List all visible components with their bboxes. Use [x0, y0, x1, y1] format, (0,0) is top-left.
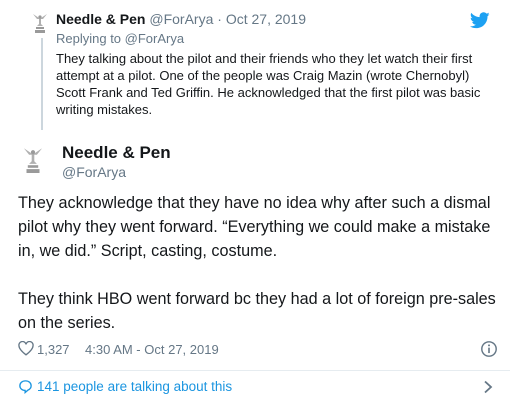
replying-to-line: Replying to @ForArya [56, 31, 184, 46]
main-display-name[interactable]: Needle & Pen [62, 143, 171, 163]
speech-bubble-icon [19, 380, 32, 394]
info-icon[interactable] [480, 340, 498, 358]
parent-handle[interactable]: @ForArya [149, 11, 213, 27]
replying-handle-link[interactable]: @ForArya [125, 31, 184, 46]
embedded-tweet-card: Needle & Pen @ForArya · Oct 27, 2019 Rep… [0, 0, 510, 403]
main-tweet-text: They acknowledge that they have no idea … [18, 191, 498, 335]
conversation-link-text[interactable]: 141 people are talking about this [37, 379, 232, 394]
twitter-bird-icon[interactable] [470, 12, 490, 29]
tweet-timestamp[interactable]: 4:30 AM - Oct 27, 2019 [85, 342, 219, 357]
heart-icon[interactable] [18, 341, 34, 356]
main-handle[interactable]: @ForArya [62, 164, 126, 180]
chevron-right-icon[interactable] [482, 380, 494, 394]
main-tweet-paragraph: They acknowledge that they have no idea … [18, 194, 491, 260]
parent-tweet-text: They talking about the pilot and their f… [56, 51, 481, 117]
footer-divider [0, 370, 510, 371]
replying-prefix: Replying to [56, 31, 122, 46]
parent-display-name[interactable]: Needle & Pen [56, 11, 145, 27]
thread-connector-line [41, 38, 43, 130]
tweet-meta-row: 1,327 4:30 AM - Oct 27, 2019 [18, 339, 498, 359]
parent-date[interactable]: Oct 27, 2019 [226, 11, 306, 27]
main-tweet-paragraph: They think HBO went forward bc they had … [18, 290, 496, 332]
header-separator: · [217, 11, 222, 27]
conversation-link[interactable]: 141 people are talking about this [18, 376, 498, 398]
like-count[interactable]: 1,327 [37, 342, 70, 357]
emmy-statuette-icon[interactable] [30, 12, 50, 34]
emmy-statuette-icon[interactable] [20, 145, 46, 175]
parent-tweet-header: Needle & Pen @ForArya · Oct 27, 2019 [56, 11, 306, 27]
